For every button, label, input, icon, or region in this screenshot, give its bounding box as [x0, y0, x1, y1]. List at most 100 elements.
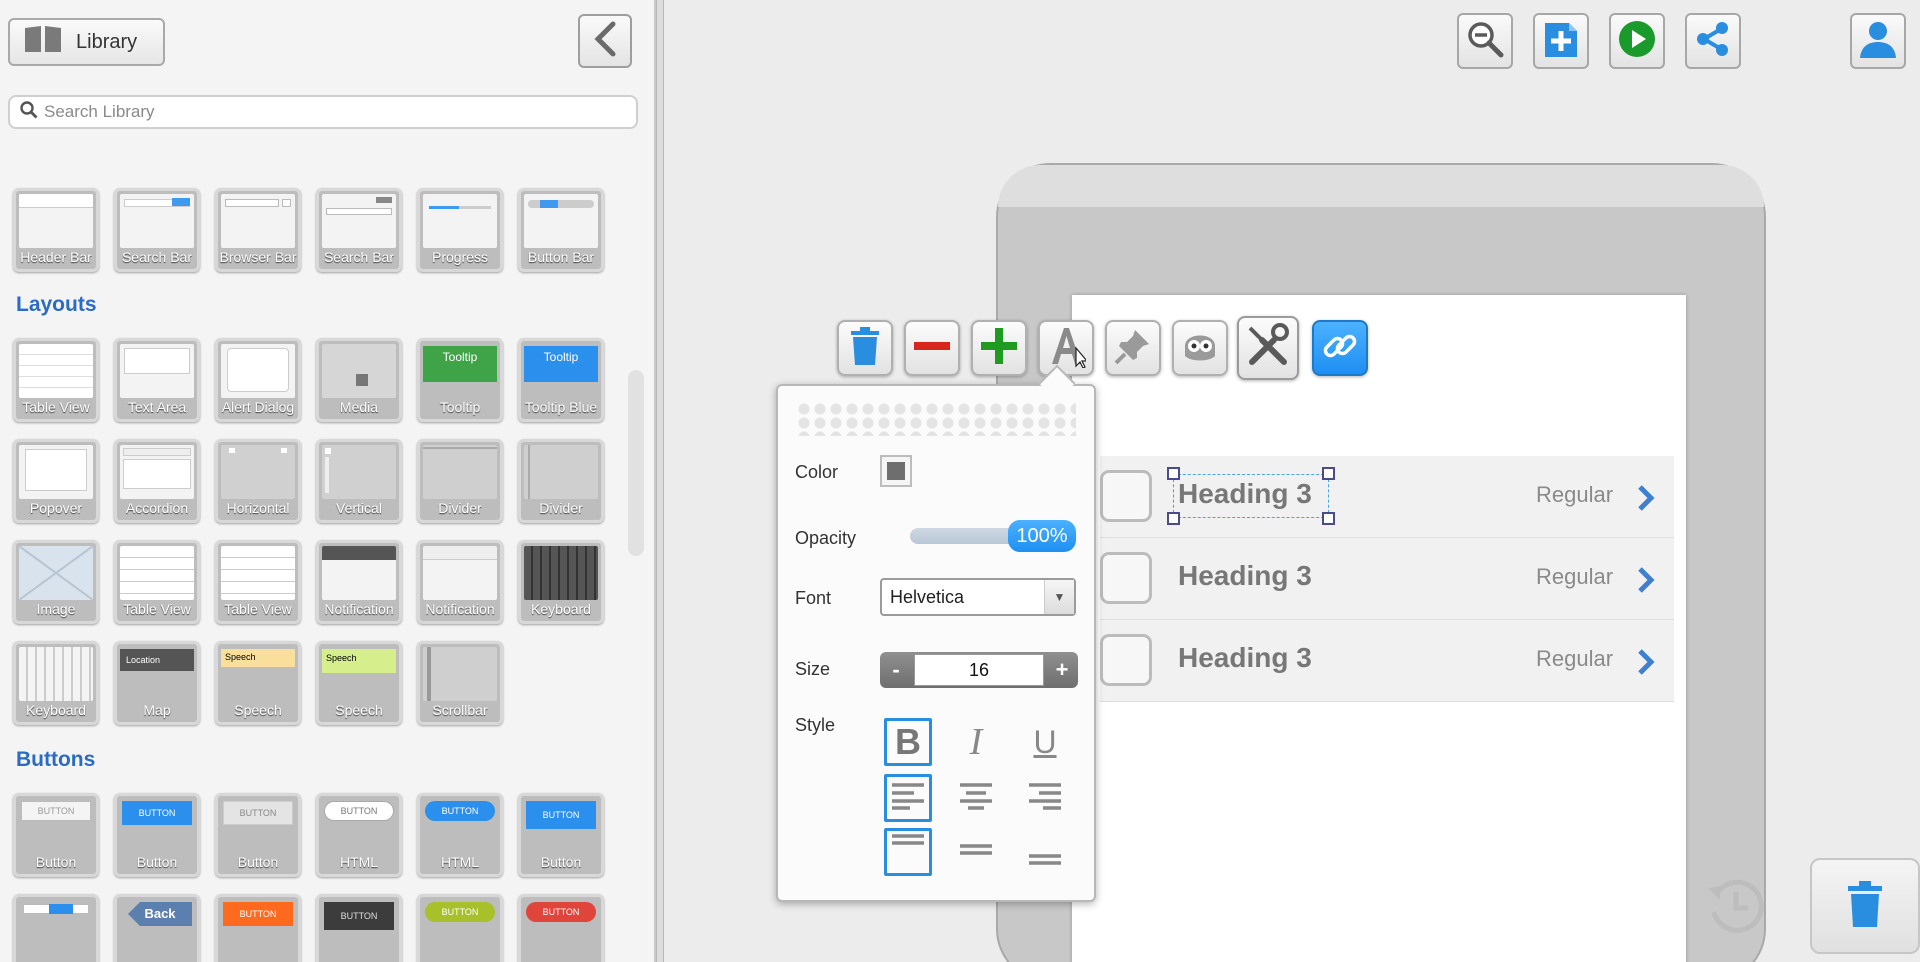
color-picker[interactable] [880, 455, 912, 487]
font-select[interactable]: Helvetica ▼ [880, 578, 1076, 616]
resize-handle-bottom-right[interactable] [1322, 512, 1335, 525]
resize-handle-top-left[interactable] [1167, 467, 1180, 480]
library-item-text-area[interactable]: Text Area [114, 338, 200, 422]
library-search-input[interactable] [44, 102, 604, 122]
opacity-value[interactable]: 100% [1008, 520, 1076, 552]
delete-page-button[interactable] [1810, 858, 1920, 954]
underline-toggle[interactable]: U [1021, 718, 1069, 766]
collapse-panel-button[interactable] [578, 14, 632, 68]
add-button[interactable] [971, 320, 1027, 376]
font-size-stepper[interactable]: - 16 + [880, 652, 1078, 688]
add-page-button[interactable] [1533, 13, 1589, 69]
library-item-divider[interactable]: Divider [417, 439, 503, 523]
library-button[interactable]: Library [8, 18, 165, 66]
plus-icon [979, 326, 1019, 371]
chevron-left-icon [593, 21, 617, 62]
library-item-button-gray[interactable]: BUTTON Button [215, 793, 301, 877]
resize-handle-bottom-left[interactable] [1167, 512, 1180, 525]
library-item-html-button-blue[interactable]: BUTTON HTML [417, 793, 503, 877]
italic-toggle[interactable]: I [952, 718, 1000, 766]
library-item-popover[interactable]: Popover [13, 439, 99, 523]
align-center-toggle[interactable] [952, 774, 1000, 822]
library-item-html-button[interactable]: BUTTON HTML [316, 793, 402, 877]
bold-toggle[interactable]: B [884, 718, 932, 766]
library-item-table-view-3[interactable]: Table View [215, 540, 301, 624]
user-account-button[interactable] [1850, 13, 1906, 69]
library-item-accordion[interactable]: Accordion [114, 439, 200, 523]
size-input[interactable]: 16 [914, 654, 1044, 686]
library-item-button-blue[interactable]: BUTTON Button [114, 793, 200, 877]
library-item-alert-dialog[interactable]: Alert Dialog [215, 338, 301, 422]
align-right-toggle[interactable] [1021, 774, 1069, 822]
library-item-progress[interactable]: Progress [417, 188, 503, 272]
chevron-right-icon[interactable] [1636, 648, 1656, 676]
library-item-table-view-2[interactable]: Table View [114, 540, 200, 624]
library-item-speech-2[interactable]: Speech Speech [316, 641, 402, 725]
library-item-button-orange[interactable]: BUTTON [215, 894, 301, 962]
play-preview-button[interactable] [1609, 13, 1665, 69]
section-title-buttons: Buttons [16, 748, 96, 771]
library-item-button-blue-2[interactable]: BUTTON Button [518, 793, 604, 877]
link-button[interactable] [1312, 320, 1368, 376]
remove-button[interactable] [904, 320, 960, 376]
library-item-vertical[interactable]: Vertical [316, 439, 402, 523]
opacity-label: Opacity [795, 528, 857, 548]
library-item-button-bar[interactable]: Button Bar [518, 188, 604, 272]
library-item-browser-bar[interactable]: Browser Bar [215, 188, 301, 272]
library-item-map[interactable]: Location Map [114, 641, 200, 725]
library-item-horizontal[interactable]: Horizontal [215, 439, 301, 523]
share-button[interactable] [1685, 13, 1741, 69]
library-item-tooltip-blue[interactable]: Tooltip Tooltip Blue [518, 338, 604, 422]
size-decrease-button[interactable]: - [880, 652, 912, 688]
library-item-table-view[interactable]: Table View [13, 338, 99, 422]
library-item-search-bar[interactable]: Search Bar [114, 188, 200, 272]
text-properties-button[interactable] [1038, 320, 1094, 376]
library-item-button-lime[interactable]: BUTTON [417, 894, 503, 962]
library-item-button-red[interactable]: BUTTON [518, 894, 604, 962]
library-item-tooltip[interactable]: Tooltip Tooltip [417, 338, 503, 422]
library-item-segmented[interactable] [13, 894, 99, 962]
library-item-divider-vertical[interactable]: Divider [518, 439, 604, 523]
library-item-scrollbar[interactable]: Scrollbar [417, 641, 503, 725]
library-item-notification-2[interactable]: Notification [417, 540, 503, 624]
delete-element-button[interactable] [837, 320, 893, 376]
library-scrollbar[interactable] [628, 370, 644, 556]
pin-button[interactable] [1105, 320, 1161, 376]
settings-tools-button[interactable] [1237, 316, 1299, 380]
popover-drag-handle[interactable] [796, 402, 1076, 436]
resize-handle-top-right[interactable] [1322, 467, 1335, 480]
library-item-speech[interactable]: Speech Speech [215, 641, 301, 725]
valign-middle-toggle[interactable] [952, 828, 1000, 876]
zoom-out-button[interactable] [1457, 13, 1513, 69]
library-item-image[interactable]: Image [13, 540, 99, 624]
row-checkbox[interactable] [1100, 552, 1152, 604]
minus-icon [912, 326, 952, 371]
library-item-media[interactable]: Media [316, 338, 402, 422]
chevron-right-icon[interactable] [1636, 484, 1656, 512]
valign-bottom-toggle[interactable] [1021, 828, 1069, 876]
zoom-out-icon [1465, 19, 1505, 64]
library-item-search-bar-2[interactable]: Search Bar [316, 188, 402, 272]
font-label: Font [795, 588, 832, 608]
history-button[interactable] [1700, 872, 1772, 944]
library-item-button-dark[interactable]: BUTTON [316, 894, 402, 962]
panel-divider[interactable] [656, 0, 664, 962]
library-search[interactable] [8, 95, 638, 129]
valign-top-toggle[interactable] [884, 828, 932, 876]
row-checkbox[interactable] [1100, 634, 1152, 686]
library-item-back-button[interactable]: Back [114, 894, 200, 962]
library-item-keyboard-light[interactable]: Keyboard [13, 641, 99, 725]
chevron-right-icon[interactable] [1636, 566, 1656, 594]
library-item-button-plain[interactable]: BUTTON Button [13, 793, 99, 877]
row-checkbox[interactable] [1100, 470, 1152, 522]
library-item-notification[interactable]: Notification [316, 540, 402, 624]
size-increase-button[interactable]: + [1046, 652, 1078, 688]
pin-icon [1113, 326, 1153, 371]
row-heading[interactable]: Heading 3 [1178, 560, 1312, 592]
align-left-toggle[interactable] [884, 774, 932, 822]
hide-element-button[interactable] [1172, 320, 1228, 376]
valign-middle-icon [958, 830, 994, 875]
library-item-keyboard[interactable]: Keyboard [518, 540, 604, 624]
library-item-header-bar[interactable]: Header Bar [13, 188, 99, 272]
row-heading[interactable]: Heading 3 [1178, 642, 1312, 674]
